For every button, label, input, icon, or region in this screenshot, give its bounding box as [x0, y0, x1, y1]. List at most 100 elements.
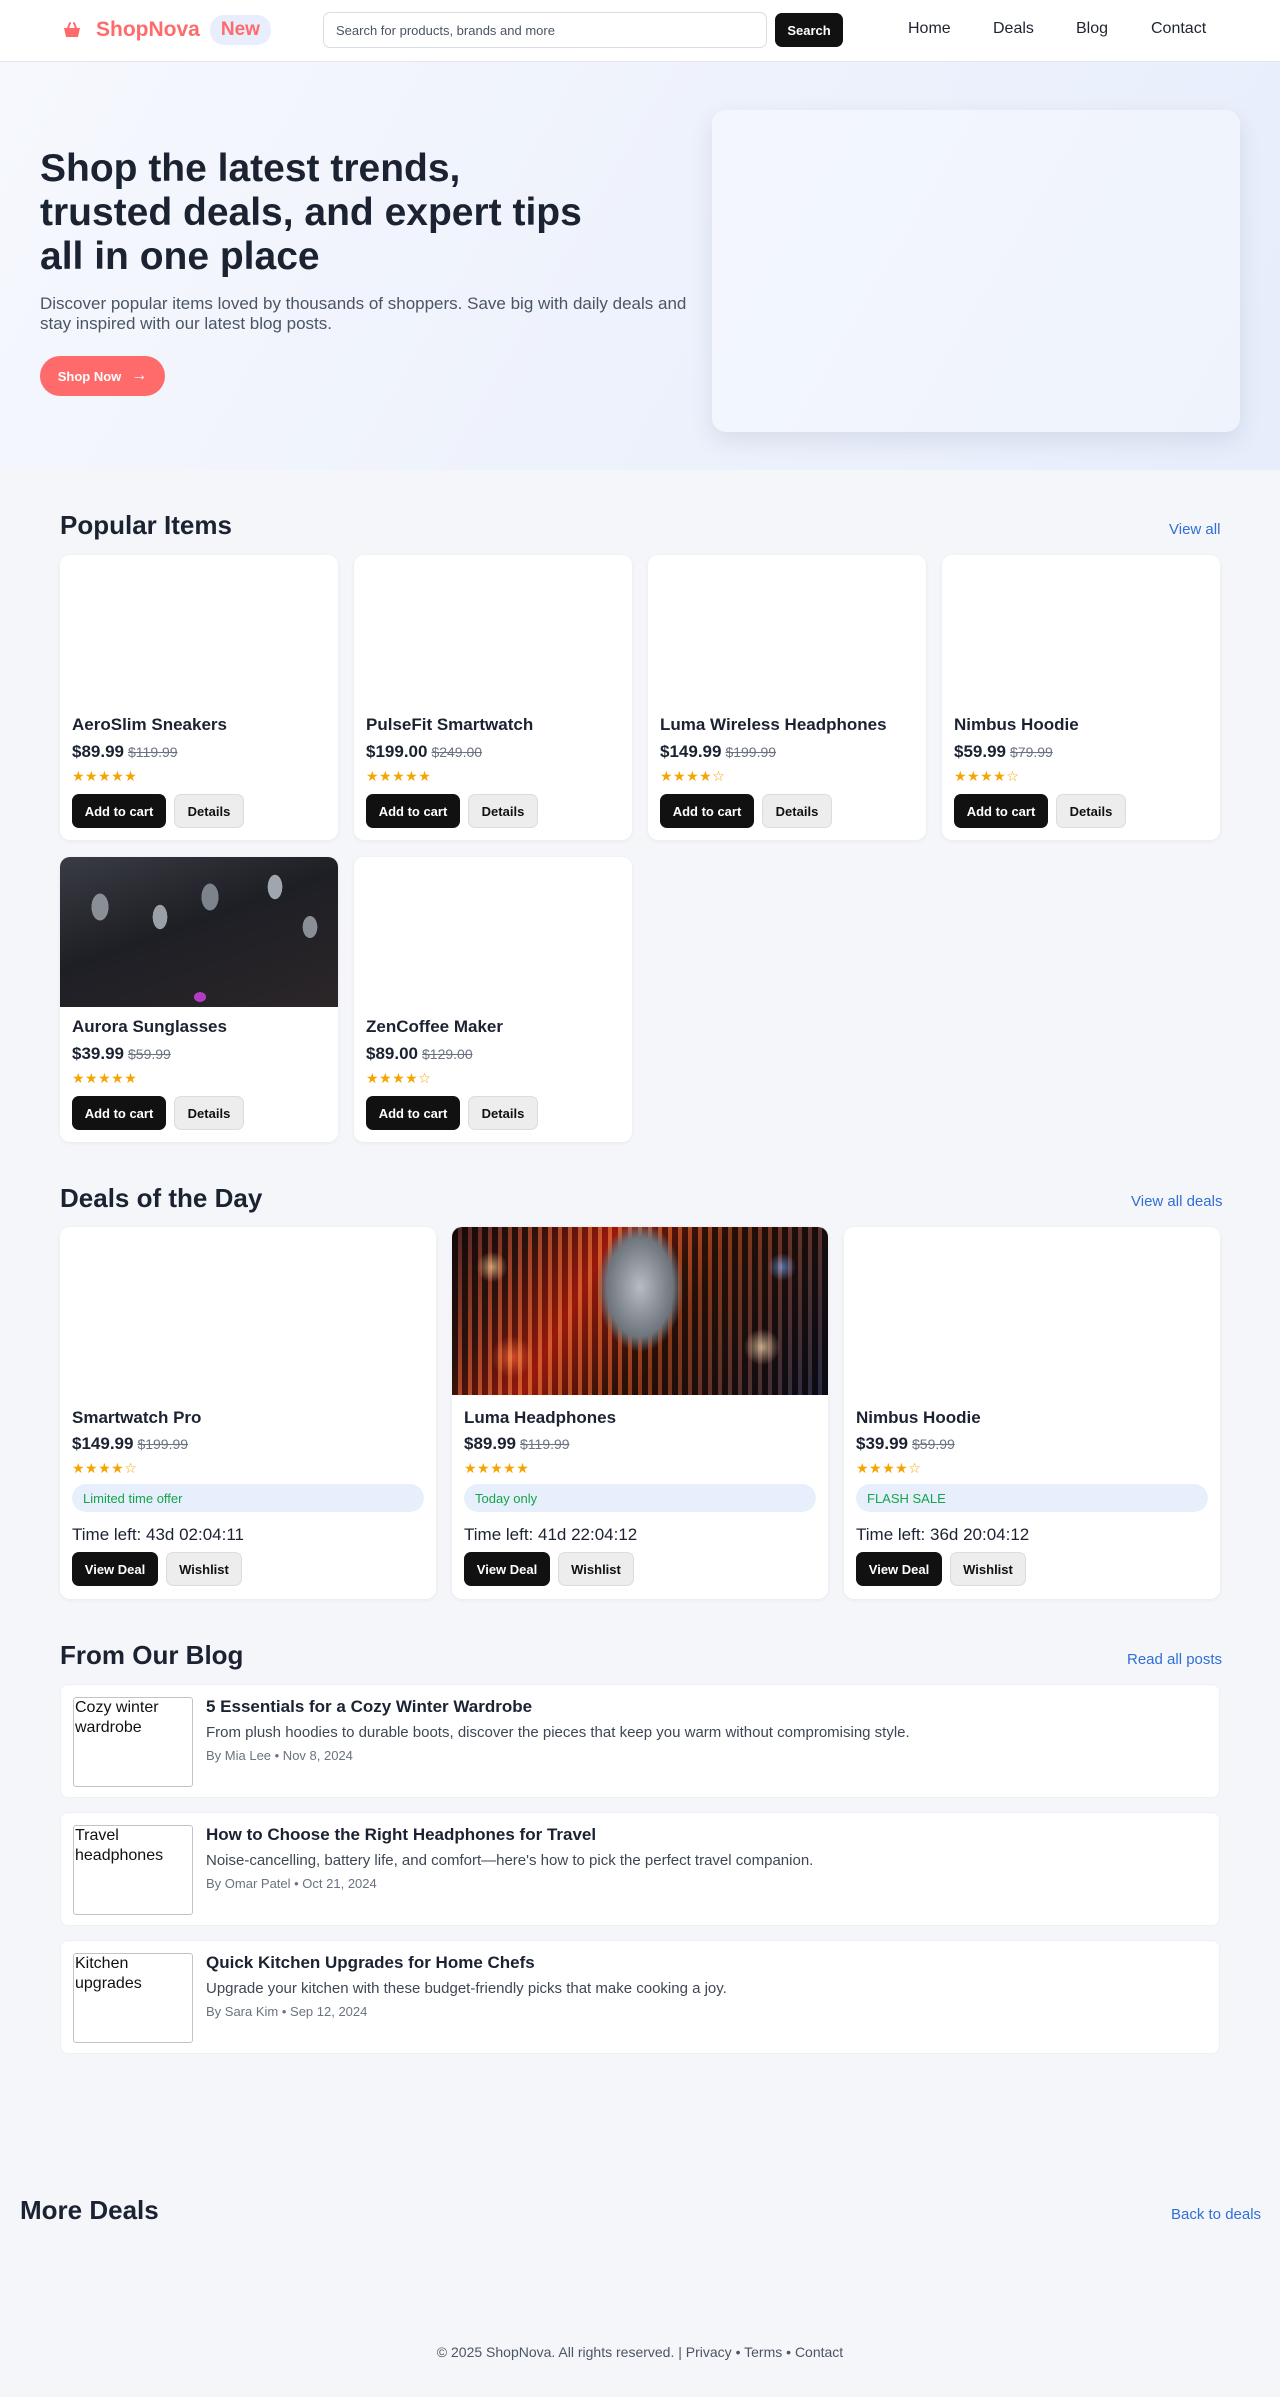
- product-name: ZenCoffee Maker: [366, 1017, 503, 1036]
- deal-card[interactable]: Nimbus Hoodie $39.99 $59.99 ★★★★☆ FLASH S…: [844, 1227, 1220, 1599]
- blog-post-title[interactable]: How to Choose the Right Headphones for T…: [206, 1825, 596, 1845]
- blog-post-title[interactable]: Quick Kitchen Upgrades for Home Chefs: [206, 1953, 535, 1973]
- search-button[interactable]: Search: [775, 13, 843, 47]
- details-button[interactable]: Details: [762, 794, 832, 828]
- details-button[interactable]: Details: [174, 1096, 244, 1130]
- blog-post-excerpt: Upgrade your kitchen with these budget-f…: [206, 1980, 727, 1997]
- product-price: $199.00: [366, 742, 428, 761]
- footer-link-privacy[interactable]: Privacy: [686, 2344, 732, 2360]
- product-old-price: $59.99: [128, 1046, 171, 1062]
- footer-link-contact[interactable]: Contact: [795, 2344, 843, 2360]
- product-name: Nimbus Hoodie: [954, 715, 1079, 734]
- add-to-cart-button[interactable]: Add to cart: [660, 794, 754, 828]
- view-deal-button[interactable]: View Deal: [856, 1552, 942, 1586]
- hero-section: Shop the latest trends, trusted deals, a…: [0, 62, 1280, 470]
- wishlist-button[interactable]: Wishlist: [950, 1552, 1026, 1586]
- add-to-cart-button[interactable]: Add to cart: [366, 1096, 460, 1130]
- product-old-price: $199.99: [725, 744, 777, 760]
- star-rating: ★★★★★: [72, 1070, 138, 1086]
- add-to-cart-button[interactable]: Add to cart: [366, 794, 460, 828]
- view-deal-button[interactable]: View Deal: [464, 1552, 550, 1586]
- footer-link-terms[interactable]: Terms: [744, 2344, 782, 2360]
- product-card[interactable]: ZenCoffee Maker $89.00 $129.00 ★★★★☆ Add …: [354, 857, 632, 1142]
- blog-post-meta: By Sara Kim • Sep 12, 2024: [206, 2004, 368, 2019]
- blog-post-card[interactable]: Kitchen upgrades Quick Kitchen Upgrades …: [60, 1940, 1220, 2054]
- blog-post-card[interactable]: Travel headphones How to Choose the Righ…: [60, 1812, 1220, 1926]
- star-rating: ★★★★☆: [660, 768, 726, 784]
- deal-card[interactable]: Luma Headphones $89.99 $119.99 ★★★★★ Toda…: [452, 1227, 828, 1599]
- microphone-photo: [452, 1227, 828, 1395]
- deal-badge: Today only: [464, 1484, 816, 1512]
- product-card[interactable]: Luma Wireless Headphones $149.99 $199.99 …: [648, 555, 926, 840]
- product-card[interactable]: Nimbus Hoodie $59.99 $79.99 ★★★★☆ Add to …: [942, 555, 1220, 840]
- blog-post-title[interactable]: 5 Essentials for a Cozy Winter Wardrobe: [206, 1697, 532, 1717]
- deal-card[interactable]: Smartwatch Pro $149.99 $199.99 ★★★★☆ Limi…: [60, 1227, 436, 1599]
- nav-contact[interactable]: Contact: [1151, 20, 1206, 38]
- brand-logo[interactable]: ShopNova New: [62, 15, 271, 45]
- view-all-link[interactable]: View all: [1169, 521, 1220, 538]
- deal-price: $39.99: [856, 1434, 908, 1453]
- product-price: $89.99: [72, 742, 124, 761]
- product-image: [354, 555, 632, 705]
- add-to-cart-button[interactable]: Add to cart: [72, 1096, 166, 1130]
- product-image: [354, 857, 632, 1007]
- add-to-cart-button[interactable]: Add to cart: [72, 794, 166, 828]
- star-rating: ★★★★☆: [72, 1460, 138, 1476]
- product-price: $39.99: [72, 1044, 124, 1063]
- hero-image-card: [712, 110, 1240, 432]
- concert-crowd-photo: [60, 857, 338, 1007]
- details-button[interactable]: Details: [468, 794, 538, 828]
- new-badge: New: [209, 15, 271, 45]
- nav-blog[interactable]: Blog: [1076, 20, 1108, 38]
- deal-image: [60, 1227, 436, 1395]
- product-image: [942, 555, 1220, 705]
- footer-separator: •: [782, 2344, 795, 2360]
- hero-subtitle: Discover popular items loved by thousand…: [40, 294, 687, 333]
- nav-deals[interactable]: Deals: [993, 20, 1034, 38]
- nav-home[interactable]: Home: [908, 20, 951, 38]
- blog-post-card[interactable]: Cozy winter wardrobe 5 Essentials for a …: [60, 1684, 1220, 1798]
- wishlist-button[interactable]: Wishlist: [558, 1552, 634, 1586]
- back-to-deals-link[interactable]: Back to deals: [1171, 2206, 1261, 2223]
- blog-post-meta: By Omar Patel • Oct 21, 2024: [206, 1876, 377, 1891]
- read-all-posts-link[interactable]: Read all posts: [1127, 1651, 1222, 1668]
- product-old-price: $119.99: [128, 744, 178, 760]
- search-input[interactable]: [323, 12, 767, 48]
- deal-old-price: $119.99: [520, 1436, 570, 1452]
- blog-post-meta: By Mia Lee • Nov 8, 2024: [206, 1748, 353, 1763]
- shop-now-label: Shop Now: [57, 368, 122, 384]
- brand-name: ShopNova: [96, 18, 200, 41]
- deal-name: Nimbus Hoodie: [856, 1408, 981, 1427]
- blog-thumbnail: Kitchen upgrades: [73, 1953, 193, 2043]
- product-card[interactable]: Aurora Sunglasses $39.99 $59.99 ★★★★★ Add…: [60, 857, 338, 1142]
- countdown-timer: Time left: 43d 02:04:11: [72, 1525, 244, 1544]
- details-button[interactable]: Details: [1056, 794, 1126, 828]
- blog-post-excerpt: From plush hoodies to durable boots, dis…: [206, 1724, 910, 1741]
- shopping-basket-icon: [62, 20, 82, 40]
- footer: © 2025 ShopNova. All rights reserved. | …: [0, 2344, 1280, 2360]
- star-rating: ★★★★★: [464, 1460, 530, 1476]
- deal-name: Luma Headphones: [464, 1408, 617, 1427]
- star-rating: ★★★★☆: [954, 768, 1020, 784]
- shop-now-button[interactable]: Shop Now →: [40, 356, 165, 396]
- blog-post-excerpt: Noise-cancelling, battery life, and comf…: [206, 1852, 814, 1869]
- view-deal-button[interactable]: View Deal: [72, 1552, 158, 1586]
- blog-thumbnail: Travel headphones: [73, 1825, 193, 1915]
- product-name: Aurora Sunglasses: [72, 1017, 227, 1036]
- product-old-price: $129.00: [422, 1046, 473, 1062]
- deal-old-price: $59.99: [912, 1436, 955, 1452]
- details-button[interactable]: Details: [468, 1096, 538, 1130]
- product-image: [60, 555, 338, 705]
- hero-title: Shop the latest trends, trusted deals, a…: [40, 147, 582, 278]
- blog-title: From Our Blog: [60, 1640, 244, 1670]
- view-all-deals-link[interactable]: View all deals: [1131, 1193, 1222, 1210]
- details-button[interactable]: Details: [174, 794, 244, 828]
- product-name: Luma Wireless Headphones: [660, 715, 887, 734]
- product-card[interactable]: PulseFit Smartwatch $199.00 $249.00 ★★★★★…: [354, 555, 632, 840]
- product-price: $149.99: [660, 742, 722, 761]
- wishlist-button[interactable]: Wishlist: [166, 1552, 242, 1586]
- product-card[interactable]: AeroSlim Sneakers $89.99 $119.99 ★★★★★ Ad…: [60, 555, 338, 840]
- star-rating: ★★★★☆: [366, 1070, 432, 1086]
- blog-thumbnail: Cozy winter wardrobe: [73, 1697, 193, 1787]
- add-to-cart-button[interactable]: Add to cart: [954, 794, 1048, 828]
